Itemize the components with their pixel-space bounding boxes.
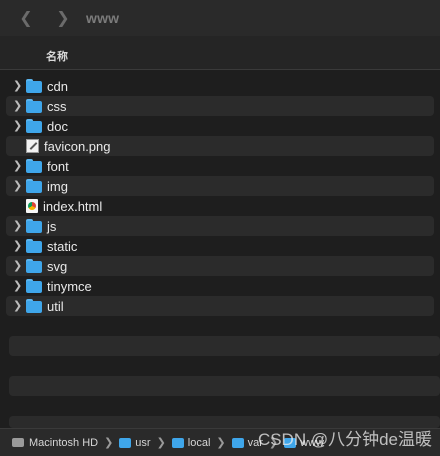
- path-crumb[interactable]: local: [171, 436, 211, 449]
- watermark: CSDN @八分钟de温暖: [257, 430, 432, 449]
- item-label: cdn: [47, 78, 68, 94]
- path-crumb-label: local: [187, 436, 211, 449]
- file-list: ❯ cdn ❯ css ❯ doc favicon.png ❯ font ❯ i…: [0, 76, 440, 316]
- empty-row: [9, 376, 440, 396]
- list-item[interactable]: ❯ js: [6, 216, 434, 236]
- folder-icon: [26, 99, 42, 113]
- folder-icon: [26, 179, 42, 193]
- column-header: 名称: [0, 36, 440, 70]
- list-item[interactable]: ❯ doc: [0, 116, 440, 136]
- list-item[interactable]: ❯ font: [0, 156, 440, 176]
- folder-icon: [26, 239, 42, 253]
- html-file-icon: [26, 199, 38, 213]
- path-crumb[interactable]: usr: [119, 436, 151, 449]
- item-label: js: [47, 218, 57, 234]
- toolbar: ❮ ❯ www: [0, 0, 440, 36]
- disclosure-icon[interactable]: ❯: [13, 96, 23, 116]
- list-item[interactable]: ❯ util: [6, 296, 434, 316]
- forward-button[interactable]: ❯: [50, 5, 76, 31]
- name-column-header[interactable]: 名称: [46, 48, 68, 64]
- disclosure-icon[interactable]: ❯: [13, 156, 23, 176]
- folder-icon: [26, 279, 42, 293]
- folder-icon: [171, 437, 184, 448]
- item-label: img: [47, 178, 68, 194]
- list-item[interactable]: ❯ svg: [6, 256, 434, 276]
- disclosure-icon[interactable]: ❯: [13, 236, 23, 256]
- path-crumb-label: usr: [135, 436, 151, 449]
- path-crumb-label: Macintosh HD: [29, 436, 99, 449]
- folder-icon: [26, 79, 42, 93]
- disclosure-icon[interactable]: ❯: [13, 176, 23, 196]
- disclosure-icon[interactable]: ❯: [13, 276, 23, 296]
- hard-disk-icon: [12, 438, 24, 447]
- item-label: css: [47, 98, 67, 114]
- item-label: doc: [47, 118, 68, 134]
- folder-icon: [26, 299, 42, 313]
- list-item[interactable]: index.html: [0, 196, 440, 216]
- disclosure-icon[interactable]: ❯: [13, 216, 23, 236]
- disclosure-icon[interactable]: ❯: [13, 296, 23, 316]
- empty-row: [9, 336, 440, 356]
- path-separator-icon: ❯: [156, 437, 166, 449]
- list-item[interactable]: ❯ tinymce: [0, 276, 440, 296]
- list-item[interactable]: ❯ img: [6, 176, 434, 196]
- folder-icon: [26, 259, 42, 273]
- chevron-left-icon: ❮: [19, 10, 33, 27]
- path-separator-icon: ❯: [104, 437, 114, 449]
- item-label: favicon.png: [44, 138, 111, 154]
- disclosure-icon[interactable]: ❯: [13, 76, 23, 96]
- list-item[interactable]: ❯ cdn: [0, 76, 440, 96]
- item-label: static: [47, 238, 78, 254]
- disclosure-icon[interactable]: ❯: [13, 256, 23, 276]
- item-label: svg: [47, 258, 68, 274]
- list-item[interactable]: ❯ css: [6, 96, 434, 116]
- item-label: font: [47, 158, 69, 174]
- list-item[interactable]: ❯ static: [0, 236, 440, 256]
- window-title: www: [86, 10, 120, 26]
- folder-icon: [231, 437, 244, 448]
- image-file-icon: [26, 139, 39, 153]
- chevron-right-icon: ❯: [56, 10, 70, 27]
- disclosure-icon[interactable]: ❯: [13, 116, 23, 136]
- folder-icon: [119, 437, 132, 448]
- back-button[interactable]: ❮: [13, 5, 39, 31]
- item-label: index.html: [43, 198, 103, 214]
- item-label: util: [47, 298, 64, 314]
- item-label: tinymce: [47, 278, 92, 294]
- folder-icon: [26, 119, 42, 133]
- path-separator-icon: ❯: [216, 437, 226, 449]
- list-item[interactable]: favicon.png: [6, 136, 434, 156]
- path-crumb[interactable]: Macintosh HD: [12, 437, 98, 449]
- folder-icon: [26, 219, 42, 233]
- folder-icon: [26, 159, 42, 173]
